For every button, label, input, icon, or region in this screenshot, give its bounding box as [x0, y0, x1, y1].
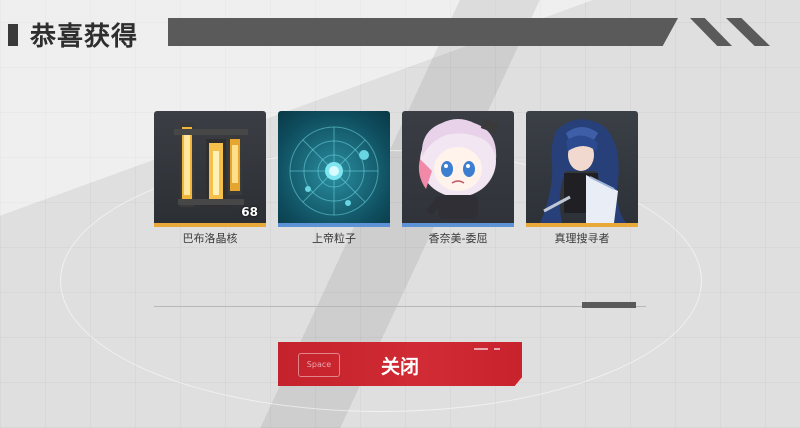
- rarity-bar: [402, 223, 514, 227]
- scroll-track[interactable]: [154, 306, 646, 307]
- reward-item-crystal-core[interactable]: 68 巴布洛晶核: [154, 111, 266, 246]
- item-name: 巴布洛晶核: [182, 232, 238, 245]
- close-button[interactable]: Space 关闭: [278, 342, 522, 386]
- reward-item-sticker[interactable]: 香奈美-委屈: [402, 111, 514, 246]
- item-name: 香奈美-委屈: [428, 232, 488, 245]
- scroll-thumb[interactable]: [582, 302, 636, 308]
- reward-item-truth-seeker[interactable]: 真理搜寻者: [526, 111, 638, 246]
- title-marker: [8, 24, 18, 46]
- crystal-core-icon: 68: [154, 111, 266, 223]
- item-name: 上帝粒子: [312, 232, 356, 245]
- rarity-bar: [278, 223, 390, 227]
- item-name: 真理搜寻者: [554, 232, 610, 245]
- rarity-bar: [154, 223, 266, 227]
- rarity-bar: [526, 223, 638, 227]
- page-title: 恭喜获得: [30, 22, 139, 52]
- character-sticker-icon: [402, 111, 514, 223]
- item-count: 68: [241, 205, 258, 219]
- reward-item-god-particle[interactable]: 上帝粒子: [278, 111, 390, 246]
- button-decor: [494, 348, 500, 350]
- close-button-label: 关闭: [380, 356, 419, 378]
- header-bar: [168, 18, 678, 46]
- button-decor: [474, 348, 488, 350]
- god-particle-icon: [278, 111, 390, 223]
- character-portrait-icon: [526, 111, 638, 223]
- reward-list: 68 巴布洛晶核 上帝粒子 香奈美-委屈 真理搜寻者: [154, 111, 644, 251]
